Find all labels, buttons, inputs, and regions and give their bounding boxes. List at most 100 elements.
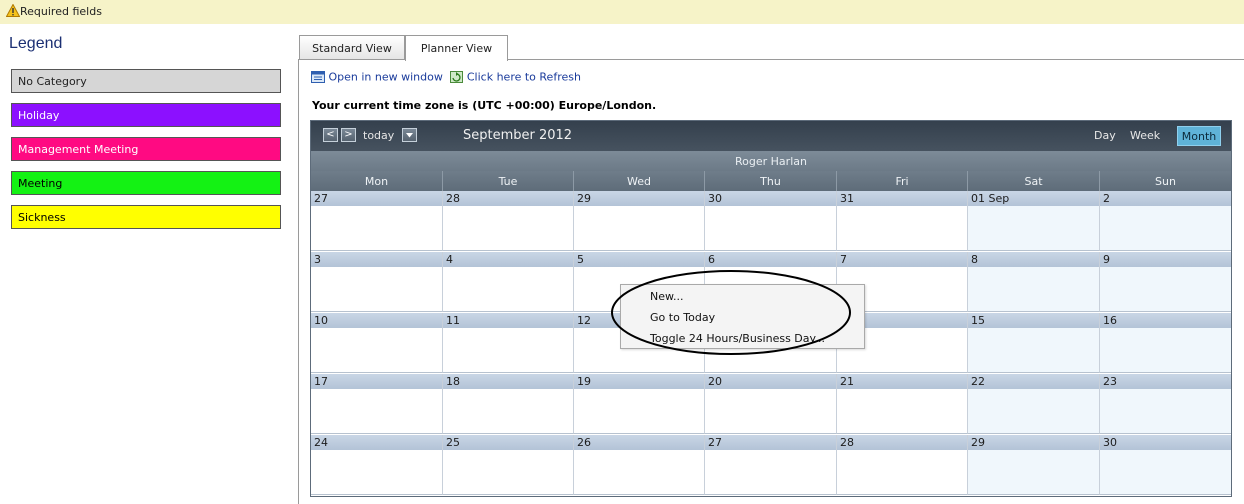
day-number: 27 xyxy=(314,192,328,205)
prev-month-button[interactable]: < xyxy=(323,128,338,142)
day-number: 9 xyxy=(1103,253,1110,266)
day-number: 24 xyxy=(314,436,328,449)
today-button[interactable]: today xyxy=(363,129,394,142)
day-cell[interactable]: 28 xyxy=(837,435,968,495)
day-number: 21 xyxy=(840,375,854,388)
day-cell[interactable]: 29 xyxy=(968,435,1100,495)
dow-tue: Tue xyxy=(443,171,574,191)
day-cell[interactable]: 17 xyxy=(311,374,443,434)
day-cell[interactable]: 26 xyxy=(574,435,705,495)
refresh-icon xyxy=(450,71,464,83)
resource-header: Roger Harlan xyxy=(311,151,1231,171)
day-number: 29 xyxy=(971,436,985,449)
required-fields-bar: Required fields xyxy=(0,0,1244,24)
context-menu: New... Go to Today Toggle 24 Hours/Busin… xyxy=(620,284,865,349)
legend-item-management-meeting: Management Meeting xyxy=(11,137,281,161)
day-number: 23 xyxy=(1103,375,1117,388)
day-cell[interactable]: 21 xyxy=(837,374,968,434)
chevron-down-icon xyxy=(406,133,413,138)
day-cell[interactable]: 01 Sep xyxy=(968,191,1100,251)
open-new-window-link[interactable]: Open in new window xyxy=(311,70,446,84)
context-menu-toggle-24-hours[interactable]: Toggle 24 Hours/Business Day... xyxy=(650,332,825,345)
legend-item-meeting: Meeting xyxy=(11,171,281,195)
chevron-left-icon: < xyxy=(326,129,335,140)
chevron-right-icon: > xyxy=(344,129,353,140)
day-cell[interactable]: 3 xyxy=(311,252,443,312)
day-number: 7 xyxy=(840,253,847,266)
day-cell[interactable]: 11 xyxy=(443,313,574,373)
day-cell[interactable]: 28 xyxy=(443,191,574,251)
day-number: 26 xyxy=(577,436,591,449)
day-number: 16 xyxy=(1103,314,1117,327)
day-cell[interactable]: 4 xyxy=(443,252,574,312)
day-cell[interactable]: 2 xyxy=(1100,191,1231,251)
day-number: 11 xyxy=(446,314,460,327)
refresh-label: Click here to Refresh xyxy=(466,70,581,84)
day-number: 18 xyxy=(446,375,460,388)
day-cell[interactable]: 15 xyxy=(968,313,1100,373)
planner-links: Open in new window Click here to Refresh xyxy=(311,70,581,84)
today-dropdown-button[interactable] xyxy=(402,128,417,142)
day-number: 30 xyxy=(1103,436,1117,449)
required-fields-label: Required fields xyxy=(20,5,102,18)
day-number: 4 xyxy=(446,253,453,266)
day-number: 3 xyxy=(314,253,321,266)
legend-title: Legend xyxy=(9,35,63,52)
day-number: 29 xyxy=(577,192,591,205)
tab-standard-view[interactable]: Standard View xyxy=(299,35,405,60)
day-number: 22 xyxy=(971,375,985,388)
day-cell[interactable]: 23 xyxy=(1100,374,1231,434)
day-number: 2 xyxy=(1103,192,1110,205)
week-row: 17 18 19 20 21 22 23 xyxy=(311,374,1231,434)
day-cell[interactable]: 31 xyxy=(837,191,968,251)
day-number: 12 xyxy=(577,314,591,327)
day-number: 6 xyxy=(708,253,715,266)
day-cell[interactable]: 29 xyxy=(574,191,705,251)
timezone-notice: Your current time zone is (UTC +00:00) E… xyxy=(312,99,657,112)
day-number: 30 xyxy=(708,192,722,205)
dow-fri: Fri xyxy=(837,171,968,191)
calendar-toolbar: < > today September 2012 Day Week Month xyxy=(311,121,1231,151)
day-cell[interactable]: 10 xyxy=(311,313,443,373)
day-number: 8 xyxy=(971,253,978,266)
day-number: 15 xyxy=(971,314,985,327)
dow-wed: Wed xyxy=(574,171,705,191)
day-cell[interactable]: 27 xyxy=(311,191,443,251)
view-day-button[interactable]: Day xyxy=(1094,129,1116,142)
day-cell[interactable]: 25 xyxy=(443,435,574,495)
day-cell[interactable]: 16 xyxy=(1100,313,1231,373)
next-month-button[interactable]: > xyxy=(341,128,356,142)
window-icon xyxy=(311,71,325,83)
week-row: 24 25 26 27 28 29 30 xyxy=(311,435,1231,495)
day-cell[interactable]: 22 xyxy=(968,374,1100,434)
day-number: 5 xyxy=(577,253,584,266)
dow-sat: Sat xyxy=(968,171,1100,191)
week-row: 27 28 29 30 31 01 Sep 2 xyxy=(311,191,1231,251)
day-cell[interactable]: 9 xyxy=(1100,252,1231,312)
day-number: 28 xyxy=(840,436,854,449)
refresh-link[interactable]: Click here to Refresh xyxy=(450,70,581,84)
day-cell[interactable]: 30 xyxy=(705,191,837,251)
day-number: 10 xyxy=(314,314,328,327)
legend-item-no-category: No Category xyxy=(11,69,281,93)
view-month-button[interactable]: Month xyxy=(1177,126,1221,146)
day-cell[interactable]: 27 xyxy=(705,435,837,495)
dow-sun: Sun xyxy=(1155,175,1176,188)
context-menu-go-to-today[interactable]: Go to Today xyxy=(650,311,715,324)
day-cell[interactable]: 18 xyxy=(443,374,574,434)
day-cell[interactable]: 30 xyxy=(1100,435,1231,495)
day-cell[interactable]: 20 xyxy=(705,374,837,434)
tab-planner-view[interactable]: Planner View xyxy=(405,35,508,61)
view-week-button[interactable]: Week xyxy=(1130,129,1160,142)
context-menu-new[interactable]: New... xyxy=(650,290,683,303)
day-cell[interactable]: 8 xyxy=(968,252,1100,312)
day-cell[interactable]: 19 xyxy=(574,374,705,434)
day-number: 28 xyxy=(446,192,460,205)
day-number: 25 xyxy=(446,436,460,449)
day-number: 17 xyxy=(314,375,328,388)
day-number: 27 xyxy=(708,436,722,449)
day-cell[interactable]: 24 xyxy=(311,435,443,495)
day-number: 01 Sep xyxy=(971,192,1010,205)
dow-mon: Mon xyxy=(311,171,443,191)
month-title: September 2012 xyxy=(463,128,573,143)
